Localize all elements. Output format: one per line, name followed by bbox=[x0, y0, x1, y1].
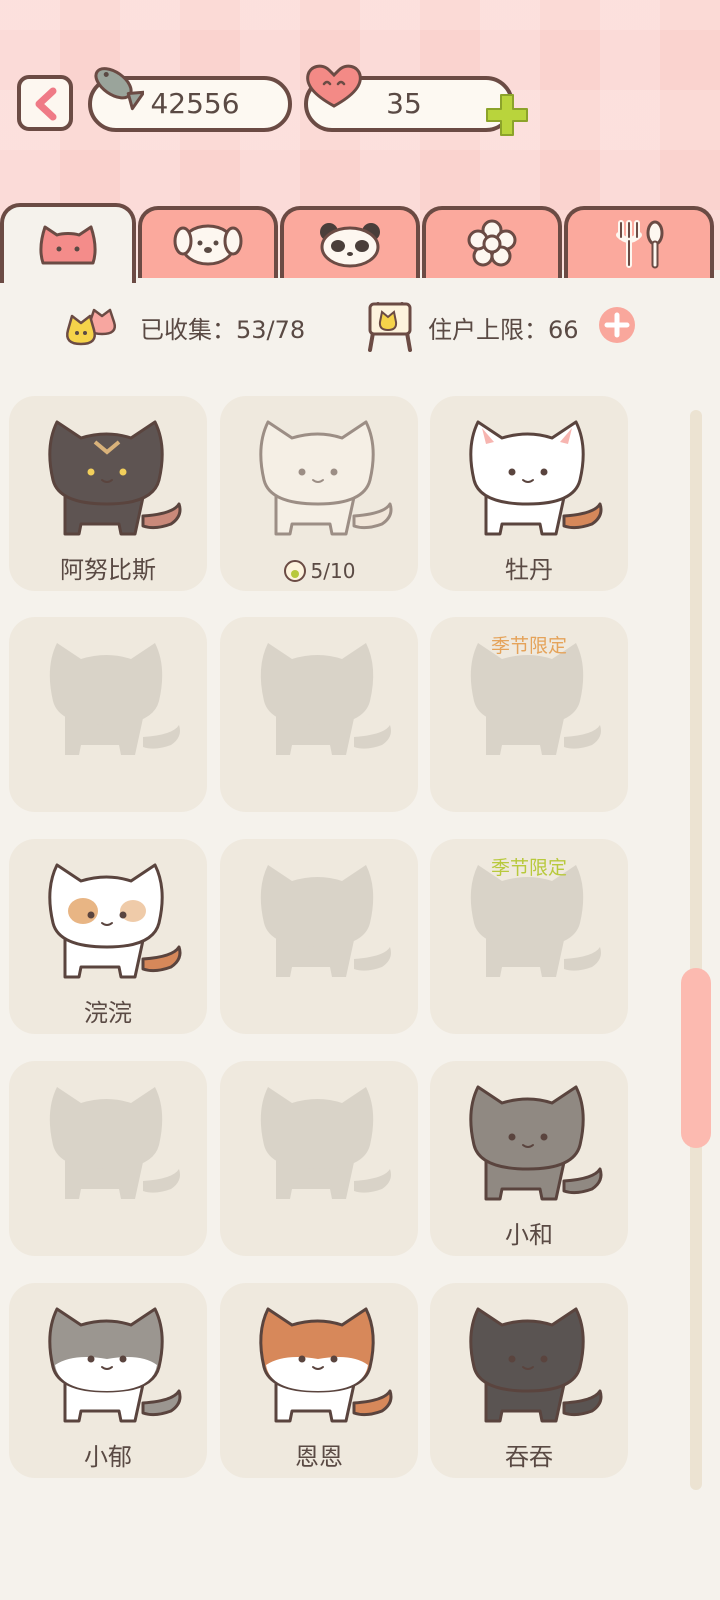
locked-cat-silhouette bbox=[49, 1087, 180, 1199]
add-capacity-icon[interactable] bbox=[598, 306, 636, 344]
scrollbar-thumb[interactable] bbox=[681, 968, 711, 1148]
cat-card[interactable] bbox=[9, 1061, 207, 1256]
cat-card[interactable]: 季节限定 bbox=[430, 839, 628, 1034]
heart-icon bbox=[306, 64, 362, 108]
cat-face-icon bbox=[39, 225, 97, 265]
plus-icon[interactable] bbox=[484, 92, 530, 138]
cat-card[interactable]: 牡丹 bbox=[430, 396, 628, 591]
cat-portrait bbox=[259, 1307, 393, 1423]
fish-icon bbox=[94, 67, 144, 111]
cat-card[interactable] bbox=[9, 617, 207, 812]
tab-pandas[interactable] bbox=[280, 206, 420, 278]
cat-card[interactable]: 浣浣 bbox=[9, 839, 207, 1034]
dog-face-icon bbox=[173, 224, 243, 266]
cat-portrait bbox=[469, 1307, 603, 1423]
cat-portrait bbox=[259, 420, 393, 536]
cat-name: 小郁 bbox=[84, 1443, 132, 1471]
category-tabs bbox=[0, 203, 720, 283]
cat-name: 浣浣 bbox=[84, 999, 132, 1027]
scrollbar-track[interactable] bbox=[690, 410, 702, 1490]
cat-name: 小和 bbox=[505, 1221, 553, 1249]
cat-name: 吞吞 bbox=[505, 1443, 553, 1471]
signboard-icon bbox=[368, 302, 412, 352]
locked-cat-silhouette bbox=[49, 643, 180, 755]
cat-card[interactable] bbox=[220, 1061, 418, 1256]
tab-flowers[interactable] bbox=[422, 206, 562, 278]
tab-dogs[interactable] bbox=[138, 206, 278, 278]
progress-count: 5/10 bbox=[310, 559, 356, 583]
fork-spoon-icon bbox=[616, 220, 664, 269]
locked-cat-silhouette bbox=[260, 1087, 391, 1199]
cat-card[interactable]: 小郁 bbox=[9, 1283, 207, 1478]
back-arrow-icon bbox=[35, 87, 57, 121]
heart-count: 35 bbox=[386, 87, 422, 120]
cat-card[interactable]: 吞吞 bbox=[430, 1283, 628, 1478]
cat-card[interactable] bbox=[220, 617, 418, 812]
capacity-count: 住户上限：66 bbox=[428, 316, 579, 344]
cat-portrait bbox=[48, 420, 182, 536]
fish-count: 42556 bbox=[150, 87, 240, 120]
tab-food[interactable] bbox=[564, 206, 714, 278]
cat-name: 恩恩 bbox=[295, 1443, 343, 1471]
cat-card[interactable]: 小和 bbox=[430, 1061, 628, 1256]
cat-heads-icon bbox=[66, 308, 116, 346]
cat-portrait bbox=[469, 1085, 603, 1201]
cat-name: 牡丹 bbox=[505, 556, 553, 584]
season-limited-label: 季节限定 bbox=[490, 635, 567, 657]
cat-portrait bbox=[469, 420, 603, 536]
cat-portrait bbox=[48, 1307, 182, 1423]
rice-ball-icon bbox=[283, 560, 306, 582]
collection-stats: 已收集：53/78 住户上限：66 bbox=[0, 290, 720, 360]
cat-card[interactable]: 5/10 bbox=[220, 396, 418, 591]
cat-card[interactable]: 阿努比斯 bbox=[9, 396, 207, 591]
cat-name: 阿努比斯 bbox=[60, 556, 156, 584]
back-button[interactable] bbox=[17, 75, 73, 131]
season-limited-label: 季节限定 bbox=[490, 857, 567, 879]
collected-count: 已收集：53/78 bbox=[140, 316, 306, 344]
locked-cat-silhouette bbox=[260, 643, 391, 755]
cat-card[interactable] bbox=[220, 839, 418, 1034]
cat-portrait bbox=[48, 863, 182, 979]
cat-card[interactable]: 恩恩 bbox=[220, 1283, 418, 1478]
unlock-progress: 5/10 bbox=[220, 559, 418, 583]
tab-cats[interactable] bbox=[0, 203, 136, 283]
cat-card[interactable]: 季节限定 bbox=[430, 617, 628, 812]
locked-cat-silhouette bbox=[260, 865, 391, 977]
panda-face-icon bbox=[320, 223, 380, 268]
flower-icon bbox=[467, 219, 517, 267]
